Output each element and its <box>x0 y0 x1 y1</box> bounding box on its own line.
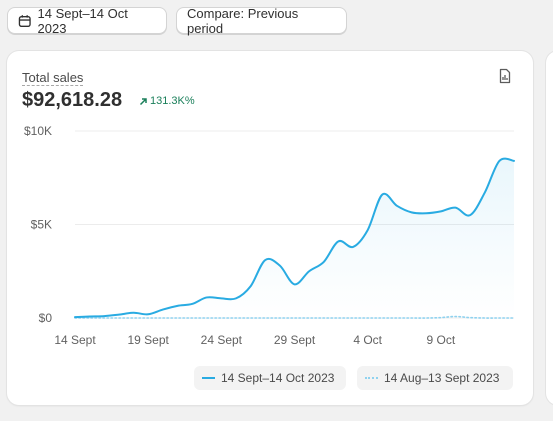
x-tick-label: 24 Sept <box>201 333 243 347</box>
sales-line-chart: $10K $5K $014 Sept 19 Sept 24 Sept 29 Sept 4 O… <box>24 124 515 347</box>
legend-current-period[interactable]: 14 Sept–14 Oct 2023 <box>194 366 346 390</box>
date-range-button[interactable]: 14 Sept–14 Oct 2023 <box>7 5 167 36</box>
date-range-label: 14 Sept–14 Oct 2023 <box>37 5 128 36</box>
legend-previous-period[interactable]: 14 Aug–13 Sept 2023 <box>357 366 513 390</box>
compare-button[interactable]: Compare: Previous period <box>176 5 347 36</box>
x-tick-label: 9 Oct <box>426 333 455 347</box>
y-tick-label: $5K <box>31 218 52 232</box>
legend-previous-label: 14 Aug–13 Sept 2023 <box>384 371 500 385</box>
dotted-line-swatch <box>365 377 378 379</box>
solid-line-swatch <box>202 377 215 379</box>
legend-current-label: 14 Sept–14 Oct 2023 <box>221 371 335 385</box>
compare-label: Compare: Previous period <box>187 5 299 36</box>
x-tick-label: 19 Sept <box>127 333 169 347</box>
x-tick-label: 29 Sept <box>274 333 316 347</box>
y-tick-label: $0 <box>39 311 53 325</box>
calendar-icon <box>18 14 31 27</box>
x-tick-label: 14 Sept <box>54 333 96 347</box>
adjacent-card-edge <box>546 51 553 405</box>
total-sales-card: Total sales $92,618.28 131.3K% $10K $5K $0… <box>7 51 533 405</box>
y-tick-label: $10K <box>24 124 52 138</box>
current-series-area <box>75 158 514 318</box>
x-tick-label: 4 Oct <box>353 333 382 347</box>
